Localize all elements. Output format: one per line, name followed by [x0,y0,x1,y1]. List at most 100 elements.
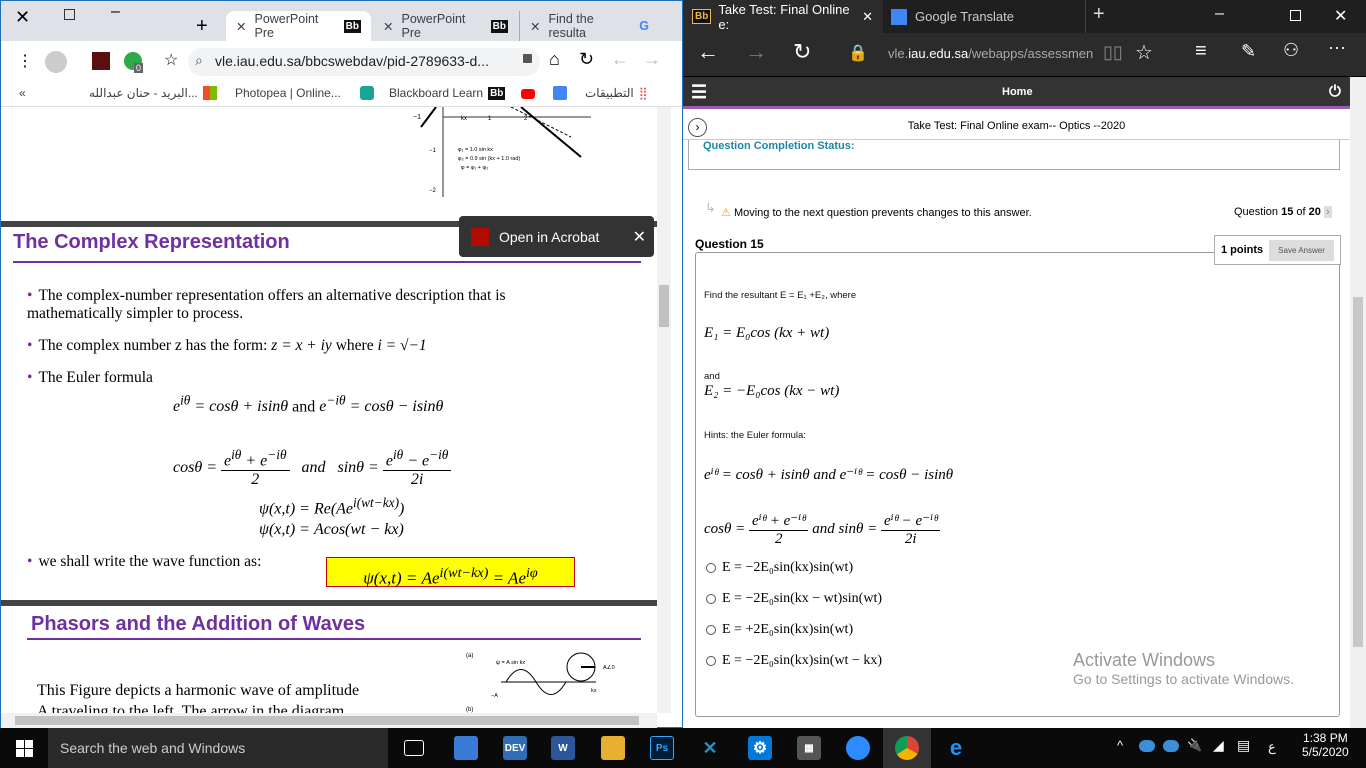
acrobat-icon [471,227,489,246]
bookmarks-overflow[interactable]: « [19,86,26,100]
bookmark-star-icon[interactable]: ☆ [164,50,178,70]
chrome-taskbar-active[interactable] [883,728,931,768]
next-question-button[interactable]: › [1323,206,1332,218]
close-window-button[interactable]: ✕ [15,7,30,28]
hub-icon[interactable]: ≡ [1195,40,1207,63]
new-tab-button[interactable]: + [1093,3,1105,26]
menu-icon[interactable]: ⋮ [17,51,33,71]
wave-addition-figure: −1 kx 1 2 −1 −2 φ₁ = 1.0 sin kx φ₂ = 0.9… [413,107,591,197]
radio-button[interactable] [706,563,716,573]
close-popup-icon[interactable]: ✕ [633,227,646,247]
home-link[interactable]: Home [1002,86,1033,98]
radio-button[interactable] [706,656,716,666]
maximize-button[interactable] [1290,10,1301,21]
slide-text: This Figure depicts a harmonic wave of a… [37,682,360,699]
favorite-star-icon[interactable]: ☆ [1135,40,1153,65]
psi-real-part: ψ(x,t) = Re(Aei(wt−kx)) [259,495,405,518]
start-button[interactable] [16,740,33,757]
open-in-acrobat-popup[interactable]: Open in Acrobat ✕ [459,216,654,257]
minimize-button[interactable]: – [1215,5,1224,23]
control-panel-icon[interactable] [454,736,478,760]
bookmark-photopea[interactable]: Photopea | Online... [235,86,374,100]
radio-button[interactable] [706,594,716,604]
photoshop-icon[interactable]: Ps [650,736,674,760]
tab-take-test[interactable]: Bb Take Test: Final Online e: ✕ [683,0,883,33]
acrobat-extension-icon[interactable] [92,52,110,70]
save-answer-button[interactable]: Save Answer [1269,239,1334,261]
equation-e2: E₂ = −E₀cos (kx − wt) [704,383,840,399]
calculator-icon[interactable]: ▦ [797,736,821,760]
home-icon[interactable]: ⌂ [549,49,560,70]
refresh-icon[interactable]: ↻ [793,39,811,65]
dev-app-icon[interactable]: DEV [503,736,527,760]
back-icon[interactable]: ← [611,49,629,70]
pdf-slide-viewer: −1 kx 1 2 −1 −2 φ₁ = 1.0 sin kx φ₂ = 0.9… [1,107,657,713]
expand-panel-icon[interactable]: › [688,118,707,137]
reload-icon[interactable]: ↻ [579,49,594,70]
more-icon[interactable]: ··· [1328,37,1346,58]
bookmark-blackboard[interactable]: Blackboard Learn Bb [389,86,506,100]
heading-rule [13,261,641,263]
input-language[interactable]: ع [1268,739,1276,755]
close-tab-icon[interactable]: ✕ [383,19,393,34]
zoom-icon[interactable] [846,736,870,760]
battery-icon[interactable]: 🔌 [1187,738,1202,752]
chrome-icon [895,736,919,760]
forward-icon[interactable]: → [643,49,661,70]
close-tab-icon[interactable]: ✕ [236,19,246,34]
radio-button[interactable] [706,625,716,635]
google-translate-icon[interactable] [553,86,567,100]
vertical-scrollbar[interactable] [1350,77,1366,728]
task-view-icon[interactable] [404,740,424,756]
answer-option-1[interactable]: E = −2E₀sin(kx)sin(wt) [706,560,853,576]
left-browser-window: ✕ – + ✕ PowerPoint Pre Bb ✕ PowerPoint Pre B… [0,0,683,728]
bird-app-icon[interactable]: ✕ [698,736,722,760]
answer-option-4[interactable]: E = −2E₀sin(kx)sin(wt − kx) [706,653,882,669]
power-logout-icon[interactable]: ⏻ [1329,83,1341,100]
question-completion-status[interactable]: Question Completion Status: [688,140,1340,170]
bookmark-apps[interactable]: التطبيقات ⣿ [585,86,648,100]
edge-icon[interactable]: e [944,735,968,760]
vertical-scrollbar[interactable] [657,107,671,713]
close-tab-icon[interactable]: ✕ [530,19,540,34]
hamburger-menu-icon[interactable]: ☰ [691,82,707,103]
minimize-button[interactable]: – [111,3,120,21]
maximize-button[interactable] [64,9,75,20]
address-url[interactable]: vle.iau.edu.sa/bbcswebdav/pid-2789633-d.… [215,53,489,69]
test-title: Take Test: Final Online exam-- Optics --… [683,112,1350,140]
svg-text:φ = φ₁ + φ₂: φ = φ₁ + φ₂ [461,165,488,171]
close-window-button[interactable]: ✕ [1334,6,1347,26]
new-tab-button[interactable]: + [196,15,208,38]
onedrive-error-icon[interactable] [1163,740,1179,752]
settings-icon[interactable]: ⚙ [748,736,772,760]
search-box[interactable]: Search the web and Windows [48,728,388,768]
answer-option-2[interactable]: E = −2E₀sin(kx − wt)sin(wt) [706,591,882,607]
action-center-icon[interactable]: ▤ [1237,737,1250,754]
close-tab-icon[interactable]: ✕ [862,9,873,25]
forward-icon[interactable]: → [745,39,767,65]
tab-google-translate[interactable]: Google Translate [891,0,1086,33]
show-hidden-icons[interactable]: ^ [1117,738,1123,753]
clock[interactable]: 1:38 PM 5/5/2020 [1302,731,1349,759]
tab-find-resultant[interactable]: ✕ Find the resulta G [519,11,659,41]
wifi-icon[interactable]: ◢ [1213,737,1224,754]
share-icon[interactable]: ⚇ [1283,40,1299,61]
address-bar[interactable]: vle.iau.edu.sa/webapps/assessmen [888,46,1093,61]
answer-option-3[interactable]: E = +2E₀sin(kx)sin(wt) [706,622,853,638]
youtube-icon[interactable] [521,89,535,99]
back-icon[interactable]: ← [697,39,719,65]
word-icon[interactable]: W [551,736,575,760]
onedrive-error-icon[interactable] [1139,740,1155,752]
tab-strip: Bb Take Test: Final Online e: ✕ Google Tra… [683,0,1366,33]
file-explorer-icon[interactable] [601,736,625,760]
bookmarks-bar: « البريد - حنان عبدالله... Photopea | On… [1,81,682,107]
bookmark-mail[interactable]: البريد - حنان عبدالله... [89,86,217,100]
tab-powerpoint-2[interactable]: ✕ PowerPoint Pre Bb [373,11,518,41]
slide-heading: Phasors and the Addition of Waves [31,613,366,635]
reading-view-icon[interactable]: ▯▯ [1103,42,1123,63]
horizontal-scrollbar[interactable] [1,713,657,728]
blackboard-icon: Bb [692,9,712,24]
profile-avatar[interactable] [45,51,67,73]
web-note-icon[interactable]: ✎ [1241,41,1256,62]
tab-powerpoint-1[interactable]: ✕ PowerPoint Pre Bb [226,11,371,41]
